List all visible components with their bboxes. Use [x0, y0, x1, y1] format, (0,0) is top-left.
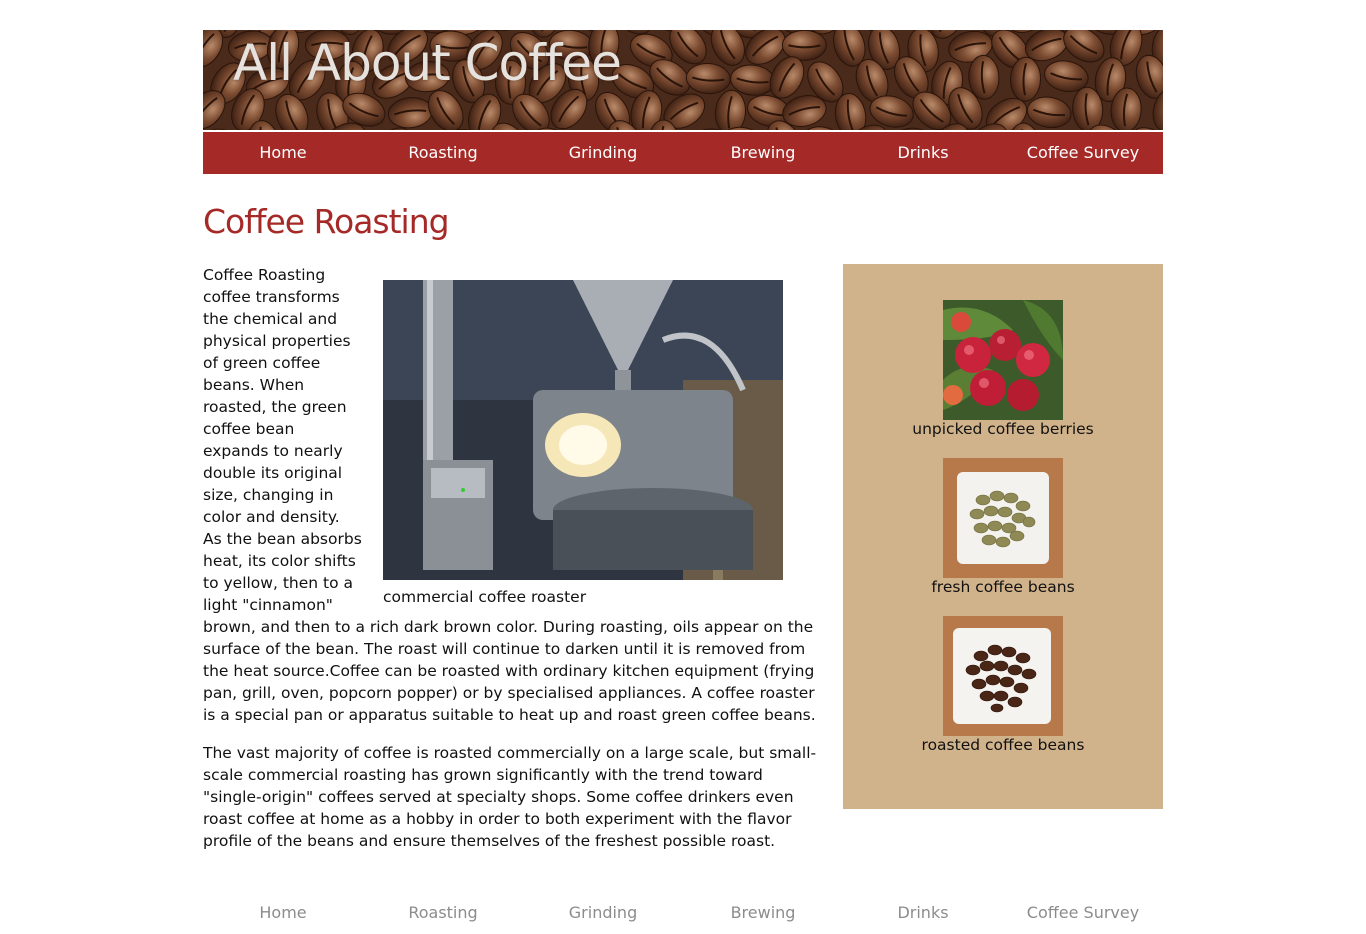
sidebar-caption: roasted coffee beans [921, 736, 1085, 754]
coffee-roaster-photo [383, 280, 783, 580]
nav-grinding[interactable]: Grinding [523, 132, 683, 174]
roaster-figure: commercial coffee roaster [383, 280, 783, 608]
roasted-beans-photo [943, 616, 1063, 736]
footer-nav: Home Roasting Grinding Brewing Drinks Co… [203, 892, 1163, 934]
nav-home[interactable]: Home [203, 132, 363, 174]
sidebar-item: fresh coffee beans [843, 458, 1163, 598]
footer-nav-brewing[interactable]: Brewing [683, 892, 843, 934]
site-title: All About Coffee [233, 34, 622, 92]
nav-roasting[interactable]: Roasting [363, 132, 523, 174]
nav-brewing[interactable]: Brewing [683, 132, 843, 174]
sidebar-caption: fresh coffee beans [931, 578, 1075, 596]
footer-nav-drinks[interactable]: Drinks [843, 892, 1003, 934]
main-nav: Home Roasting Grinding Brewing Drinks Co… [203, 132, 1163, 174]
nav-coffee-survey[interactable]: Coffee Survey [1003, 132, 1163, 174]
sidebar-item: unpicked coffee berries [843, 300, 1163, 440]
footer-nav-grinding[interactable]: Grinding [523, 892, 683, 934]
footer-nav-home[interactable]: Home [203, 892, 363, 934]
header-banner: All About Coffee [203, 30, 1163, 130]
page-container: All About Coffee Home Roasting Grinding … [203, 30, 1163, 922]
page-title: Coffee Roasting [203, 202, 450, 241]
figure-caption: commercial coffee roaster [383, 588, 587, 606]
sidebar: unpicked coffee berries fresh coffee bea… [843, 264, 1163, 809]
coffee-berries-photo [943, 300, 1063, 420]
nav-drinks[interactable]: Drinks [843, 132, 1003, 174]
green-beans-photo [943, 458, 1063, 578]
main-content: unpicked coffee berries fresh coffee bea… [203, 264, 1163, 868]
sidebar-caption: unpicked coffee berries [912, 420, 1094, 438]
footer-nav-roasting[interactable]: Roasting [363, 892, 523, 934]
sidebar-item: roasted coffee beans [843, 616, 1163, 756]
footer-nav-coffee-survey[interactable]: Coffee Survey [1003, 892, 1163, 934]
